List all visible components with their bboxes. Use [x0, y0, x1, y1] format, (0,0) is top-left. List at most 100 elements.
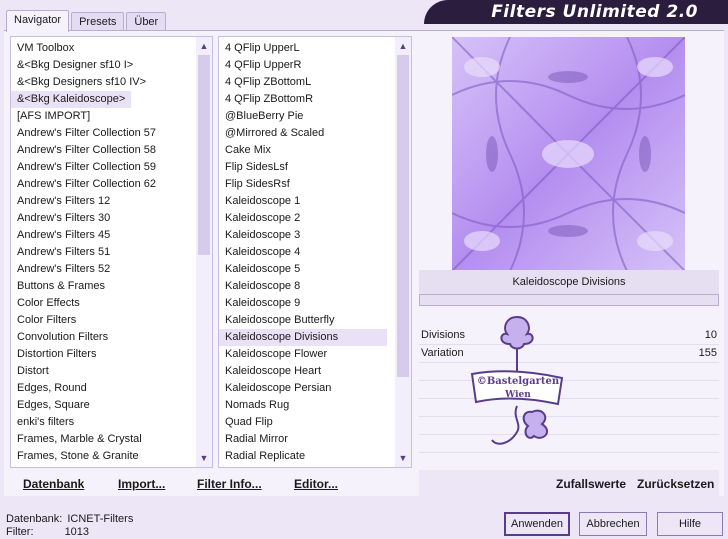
- category-item[interactable]: VM Toolbox: [11, 40, 194, 57]
- filter-item[interactable]: Kaleidoscope 4: [219, 244, 393, 261]
- filter-item[interactable]: Kaleidoscope 8: [219, 278, 393, 295]
- progress-bar: [419, 294, 719, 306]
- cancel-button[interactable]: Abbrechen: [579, 512, 647, 536]
- category-item[interactable]: Andrew's Filters 52: [11, 261, 194, 278]
- category-item[interactable]: Distort: [11, 363, 194, 380]
- category-item[interactable]: Color Filters: [11, 312, 194, 329]
- filter-item[interactable]: Flip SidesLsf: [219, 159, 393, 176]
- import-button[interactable]: Import...: [118, 477, 165, 491]
- tab-presets[interactable]: Presets: [71, 12, 125, 32]
- filter-item[interactable]: Kaleidoscope 3: [219, 227, 393, 244]
- category-list[interactable]: VM Toolbox &<Bkg Designer sf10 I> &<Bkg De…: [10, 36, 213, 468]
- category-item[interactable]: &<Bkg Designers sf10 IV>: [11, 74, 194, 91]
- category-item[interactable]: Frames, Marble & Crystal: [11, 431, 194, 448]
- param-variation[interactable]: Variation 155: [419, 344, 719, 362]
- filter-items: 4 QFlip UpperL 4 QFlip UpperR 4 QFlip ZBot…: [219, 40, 393, 465]
- filter-item[interactable]: Cake Mix: [219, 142, 393, 159]
- status-filter-value: 1013: [64, 526, 90, 538]
- category-item[interactable]: Andrew's Filter Collection 59: [11, 159, 194, 176]
- category-item[interactable]: Edges, Round: [11, 380, 194, 397]
- filter-item[interactable]: Kaleidoscope 2: [219, 210, 393, 227]
- filter-item[interactable]: Kaleidoscope Heart: [219, 363, 393, 380]
- status-db-label: Datenbank:: [6, 513, 63, 525]
- divider: [419, 416, 719, 417]
- kaleidoscope-preview: [452, 37, 685, 271]
- filter-item[interactable]: Kaleidoscope Flower: [219, 346, 393, 363]
- help-button[interactable]: Hilfe: [657, 512, 723, 536]
- category-item[interactable]: &<Bkg Designer sf10 I>: [11, 57, 194, 74]
- status-database: Datenbank: ICNET-Filters: [6, 513, 133, 525]
- scroll-up-icon[interactable]: ▲: [395, 39, 411, 53]
- divider: [419, 452, 719, 453]
- category-item[interactable]: Edges, Square: [11, 397, 194, 414]
- preview-image: [452, 37, 685, 271]
- current-filter-name: Kaleidoscope Divisions: [419, 270, 719, 294]
- status-filter-count: Filter: 1013: [6, 526, 89, 538]
- tab-uber[interactable]: Über: [126, 12, 167, 32]
- divider: [419, 398, 719, 399]
- category-item[interactable]: Buttons & Frames: [11, 278, 194, 295]
- category-item[interactable]: enki's filters: [11, 414, 194, 431]
- filter-item[interactable]: 4 QFlip ZBottomR: [219, 91, 393, 108]
- scroll-up-icon[interactable]: ▲: [196, 39, 212, 53]
- filter-item[interactable]: @BlueBerry Pie: [219, 108, 393, 125]
- category-item[interactable]: Distortion Filters: [11, 346, 194, 363]
- filter-item[interactable]: 4 QFlip UpperL: [219, 40, 393, 57]
- param-label: Variation: [421, 347, 464, 359]
- category-item[interactable]: Andrew's Filter Collection 57: [11, 125, 194, 142]
- param-divisions[interactable]: Divisions 10: [419, 326, 719, 344]
- filter-item[interactable]: Kaleidoscope Divisions: [219, 329, 387, 346]
- scroll-thumb[interactable]: [397, 55, 409, 377]
- divider: [419, 362, 719, 363]
- scroll-down-icon[interactable]: ▼: [196, 451, 212, 465]
- parameter-list: Divisions 10 Variation 155: [419, 308, 719, 470]
- tab-navigator[interactable]: Navigator: [6, 10, 70, 32]
- filter-item[interactable]: Kaleidoscope 9: [219, 295, 393, 312]
- filter-item[interactable]: Radial Mirror: [219, 431, 393, 448]
- filter-item[interactable]: Quad Flip: [219, 414, 393, 431]
- filter-item[interactable]: Kaleidoscope 5: [219, 261, 393, 278]
- filter-item[interactable]: Kaleidoscope Butterfly: [219, 312, 393, 329]
- filter-list[interactable]: 4 QFlip UpperL 4 QFlip UpperR 4 QFlip ZBot…: [218, 36, 412, 468]
- scroll-thumb[interactable]: [198, 55, 210, 255]
- category-item[interactable]: Andrew's Filters 45: [11, 227, 194, 244]
- random-values-button[interactable]: Zufallswerte: [556, 477, 626, 491]
- navigator-panel: VM Toolbox &<Bkg Designer sf10 I> &<Bkg De…: [4, 30, 724, 496]
- category-scrollbar[interactable]: ▲ ▼: [196, 37, 212, 467]
- divider: [419, 434, 719, 435]
- filter-item[interactable]: Kaleidoscope Persian: [219, 380, 393, 397]
- filter-item[interactable]: @Mirrored & Scaled: [219, 125, 393, 142]
- category-item[interactable]: Andrew's Filter Collection 58: [11, 142, 194, 159]
- category-item[interactable]: Frames, Stone & Granite: [11, 448, 194, 465]
- divider: [419, 380, 719, 381]
- apply-button[interactable]: Anwenden: [504, 512, 570, 536]
- status-db-value: ICNET-Filters: [67, 513, 134, 525]
- editor-button[interactable]: Editor...: [294, 477, 338, 491]
- filter-scrollbar[interactable]: ▲ ▼: [395, 37, 411, 467]
- filter-item[interactable]: 4 QFlip UpperR: [219, 57, 393, 74]
- filter-item[interactable]: 4 QFlip ZBottomL: [219, 74, 393, 91]
- reset-button[interactable]: Zurücksetzen: [637, 477, 714, 491]
- param-label: Divisions: [421, 329, 466, 341]
- filter-item[interactable]: Nomads Rug: [219, 397, 393, 414]
- category-item[interactable]: Andrew's Filters 12: [11, 193, 194, 210]
- category-item[interactable]: &<Bkg Kaleidoscope>: [11, 91, 132, 108]
- category-item[interactable]: Andrew's Filters 51: [11, 244, 194, 261]
- title-bar: Filters Unlimited 2.0: [424, 0, 728, 24]
- category-item[interactable]: Andrew's Filter Collection 62: [11, 176, 194, 193]
- preview-area: [419, 36, 719, 272]
- filter-item[interactable]: Radial Replicate: [219, 448, 393, 465]
- category-items: VM Toolbox &<Bkg Designer sf10 I> &<Bkg De…: [11, 40, 194, 465]
- category-item[interactable]: Andrew's Filters 30: [11, 210, 194, 227]
- category-item[interactable]: Color Effects: [11, 295, 194, 312]
- category-item[interactable]: Convolution Filters: [11, 329, 194, 346]
- category-item[interactable]: [AFS IMPORT]: [11, 108, 194, 125]
- filter-info-button[interactable]: Filter Info...: [197, 477, 262, 491]
- filter-item[interactable]: Kaleidoscope 1: [219, 193, 393, 210]
- param-value: 155: [698, 347, 717, 359]
- datenbank-button[interactable]: Datenbank: [23, 477, 84, 491]
- status-filter-label: Filter:: [6, 526, 34, 538]
- scroll-down-icon[interactable]: ▼: [395, 451, 411, 465]
- app-title: Filters Unlimited 2.0: [491, 2, 698, 22]
- filter-item[interactable]: Flip SidesRsf: [219, 176, 393, 193]
